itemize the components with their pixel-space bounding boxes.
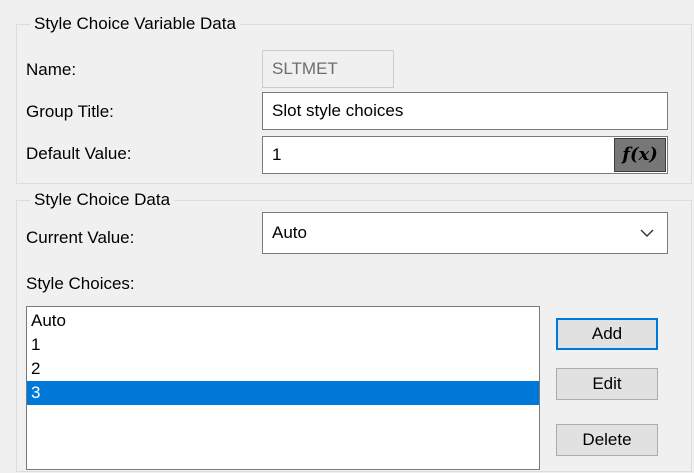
list-item[interactable]: 2 <box>27 357 539 381</box>
fx-icon: f(x) <box>622 144 658 165</box>
group-title-field[interactable]: Slot style choices <box>262 92 668 130</box>
name-label: Name: <box>26 60 77 79</box>
name-field: SLTMET <box>262 50 394 88</box>
default-value-label: Default Value: <box>26 144 132 163</box>
style-choices-list[interactable]: Auto 1 2 3 <box>26 306 540 470</box>
edit-button[interactable]: Edit <box>556 368 658 400</box>
list-item[interactable]: Auto <box>27 309 539 333</box>
list-item[interactable]: 1 <box>27 333 539 357</box>
add-button[interactable]: Add <box>556 318 658 350</box>
style-choices-label: Style Choices: <box>26 274 135 293</box>
choice-data-legend: Style Choice Data <box>30 190 175 210</box>
group-title-label: Group Title: <box>26 102 114 121</box>
delete-button[interactable]: Delete <box>556 424 658 456</box>
default-value-field[interactable]: 1 <box>262 136 668 174</box>
current-value-dropdown[interactable]: Auto <box>262 212 668 254</box>
variable-data-legend: Style Choice Variable Data <box>30 14 240 34</box>
chevron-down-icon <box>640 229 654 237</box>
fx-button[interactable]: f(x) <box>614 138 666 172</box>
current-value-label: Current Value: <box>26 228 135 247</box>
current-value-text: Auto <box>272 223 307 242</box>
list-item-selected[interactable]: 3 <box>27 381 539 405</box>
